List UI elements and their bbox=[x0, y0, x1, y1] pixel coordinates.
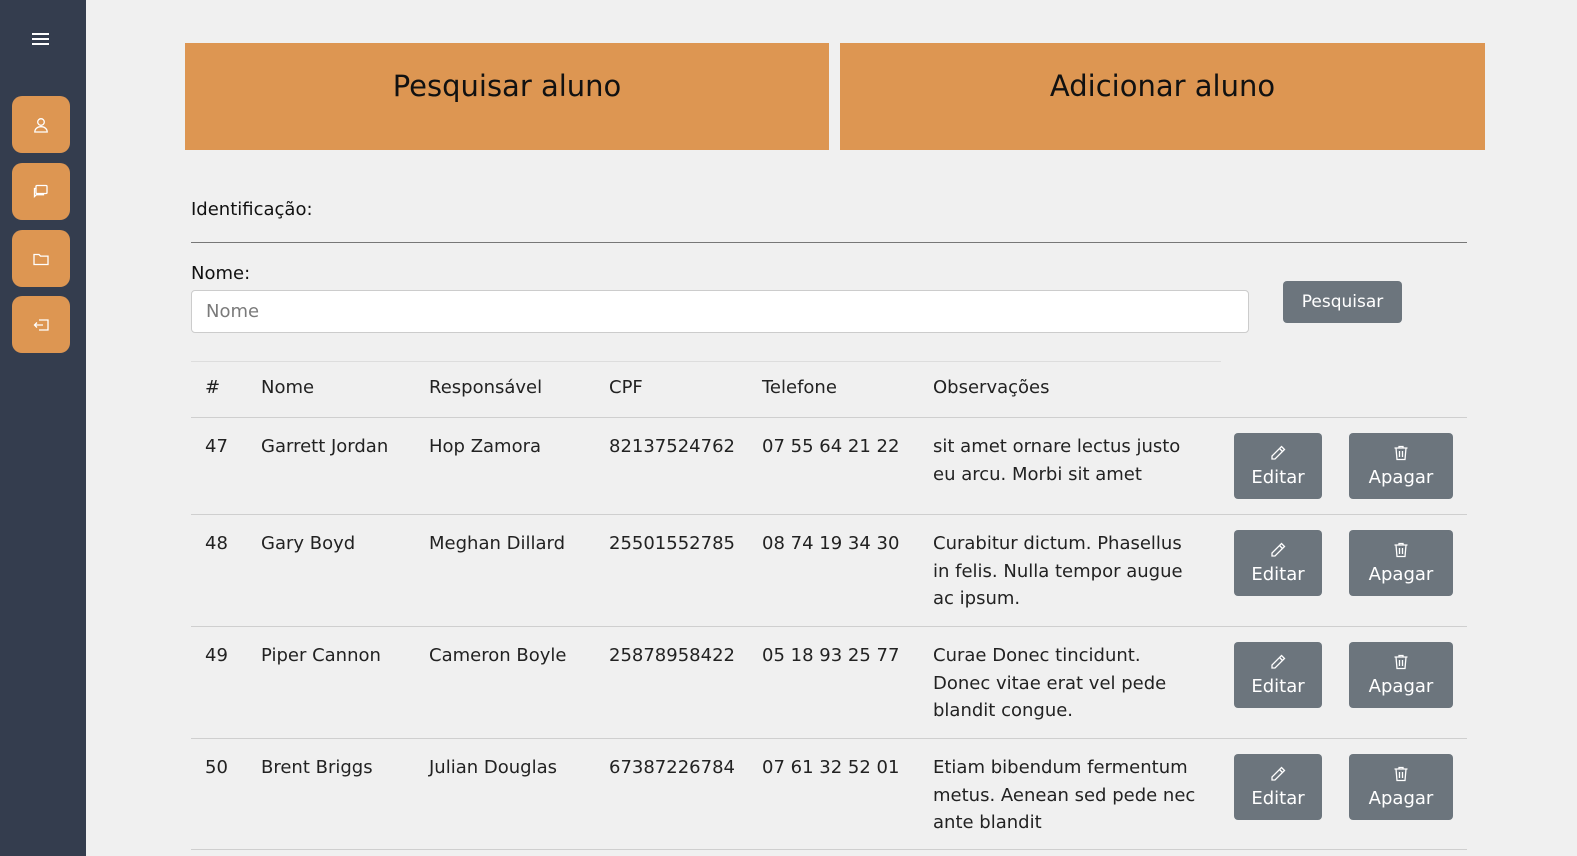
name-input[interactable] bbox=[191, 290, 1249, 333]
notes-line: sit amet ornare lectus justo bbox=[933, 436, 1181, 457]
table-row: 47 Garrett Jordan Hop Zamora 82137524762… bbox=[191, 417, 1467, 514]
notes-line: Etiam bibendum fermentum bbox=[933, 757, 1188, 778]
edit-label: Editar bbox=[1251, 564, 1305, 585]
notes-line: Curae Donec tincidunt. bbox=[933, 645, 1141, 666]
cell-phone: 07 61 32 52 01 bbox=[762, 757, 900, 778]
pencil-icon bbox=[1271, 445, 1286, 460]
cell-cpf: 67387226784 bbox=[609, 757, 735, 778]
header-name: Nome bbox=[261, 377, 315, 398]
cell-name: Garrett Jordan bbox=[261, 436, 389, 457]
cell-cpf: 82137524762 bbox=[609, 436, 735, 457]
delete-label: Apagar bbox=[1368, 467, 1434, 488]
edit-label: Editar bbox=[1251, 676, 1305, 697]
header-id: # bbox=[205, 377, 221, 398]
table-header-line bbox=[191, 361, 1221, 362]
edit-label: Editar bbox=[1251, 467, 1305, 488]
notes-line: Curabitur dictum. Phasellus bbox=[933, 533, 1182, 554]
notes-line: Donec vitae erat vel pede bbox=[933, 672, 1167, 694]
tab-search-student[interactable]: Pesquisar aluno bbox=[185, 43, 829, 150]
delete-label: Apagar bbox=[1368, 676, 1434, 697]
cell-id: 49 bbox=[205, 645, 228, 666]
cell-phone: 07 55 64 21 22 bbox=[762, 436, 900, 457]
delete-button[interactable]: Apagar bbox=[1349, 530, 1453, 596]
pencil-icon bbox=[1271, 654, 1286, 669]
pencil-icon bbox=[1271, 766, 1286, 781]
sidebar-item-logout[interactable] bbox=[12, 296, 70, 353]
edit-button[interactable]: Editar bbox=[1234, 530, 1322, 596]
cell-notes: Curabitur dictum. Phasellus in felis. Nu… bbox=[933, 530, 1213, 613]
notes-line: eu arcu. Morbi sit amet bbox=[933, 463, 1142, 485]
pencil-icon bbox=[1271, 542, 1286, 557]
sidebar bbox=[0, 0, 86, 856]
cell-name: Piper Cannon bbox=[261, 645, 381, 666]
search-button[interactable]: Pesquisar bbox=[1283, 281, 1402, 323]
cell-guardian: Meghan Dillard bbox=[429, 533, 566, 554]
trash-icon bbox=[1394, 766, 1408, 782]
delete-button[interactable]: Apagar bbox=[1349, 642, 1453, 708]
edit-button[interactable]: Editar bbox=[1234, 433, 1322, 499]
header-notes: Observações bbox=[933, 377, 1050, 398]
header-guardian: Responsável bbox=[429, 377, 543, 398]
delete-label: Apagar bbox=[1368, 788, 1434, 809]
delete-label: Apagar bbox=[1368, 564, 1434, 585]
notes-line: blandit congue. bbox=[933, 700, 1074, 721]
cell-notes: Etiam bibendum fermentum metus. Aenean s… bbox=[933, 754, 1213, 837]
cell-guardian: Hop Zamora bbox=[429, 436, 542, 457]
cell-notes: sit amet ornare lectus justo eu arcu. Mo… bbox=[933, 433, 1213, 488]
cell-phone: 08 74 19 34 30 bbox=[762, 533, 900, 554]
cell-guardian: Cameron Boyle bbox=[429, 645, 567, 666]
header-cpf: CPF bbox=[609, 377, 643, 398]
cell-id: 50 bbox=[205, 757, 228, 778]
cell-cpf: 25878958422 bbox=[609, 645, 735, 666]
section-title: Identificação: bbox=[191, 199, 313, 220]
edit-label: Editar bbox=[1251, 788, 1305, 809]
logout-icon bbox=[33, 318, 49, 331]
cell-guardian: Julian Douglas bbox=[429, 757, 557, 778]
notes-line: ac ipsum. bbox=[933, 588, 1021, 609]
edit-button[interactable]: Editar bbox=[1234, 642, 1322, 708]
sidebar-item-messages[interactable] bbox=[12, 163, 70, 220]
name-label: Nome: bbox=[191, 263, 251, 284]
sidebar-item-students[interactable] bbox=[12, 96, 70, 153]
hamburger-icon[interactable] bbox=[28, 28, 54, 50]
cell-name: Brent Briggs bbox=[261, 757, 373, 778]
table-row: 49 Piper Cannon Cameron Boyle 2587895842… bbox=[191, 626, 1467, 738]
table-row: 50 Brent Briggs Julian Douglas 673872267… bbox=[191, 738, 1467, 850]
header-phone: Telefone bbox=[762, 377, 837, 398]
notes-line: ante blandit bbox=[933, 812, 1042, 833]
edit-button[interactable]: Editar bbox=[1234, 754, 1322, 820]
trash-icon bbox=[1394, 654, 1408, 670]
divider bbox=[191, 242, 1467, 243]
user-icon bbox=[34, 117, 48, 133]
tab-add-student[interactable]: Adicionar aluno bbox=[840, 43, 1485, 150]
notes-line: metus. Aenean sed pede nec bbox=[933, 784, 1196, 806]
sidebar-item-files[interactable] bbox=[12, 230, 70, 287]
cell-name: Gary Boyd bbox=[261, 533, 356, 554]
delete-button[interactable]: Apagar bbox=[1349, 754, 1453, 820]
notes-line: in felis. Nulla tempor augue bbox=[933, 560, 1183, 582]
cell-phone: 05 18 93 25 77 bbox=[762, 645, 900, 666]
chat-icon bbox=[33, 184, 48, 198]
delete-button[interactable]: Apagar bbox=[1349, 433, 1453, 499]
cell-cpf: 25501552785 bbox=[609, 533, 735, 554]
trash-icon bbox=[1394, 445, 1408, 461]
table-row: 48 Gary Boyd Meghan Dillard 25501552785 … bbox=[191, 514, 1467, 626]
trash-icon bbox=[1394, 542, 1408, 558]
cell-notes: Curae Donec tincidunt. Donec vitae erat … bbox=[933, 642, 1213, 725]
cell-id: 47 bbox=[205, 436, 228, 457]
folder-icon bbox=[33, 253, 49, 265]
cell-id: 48 bbox=[205, 533, 228, 554]
